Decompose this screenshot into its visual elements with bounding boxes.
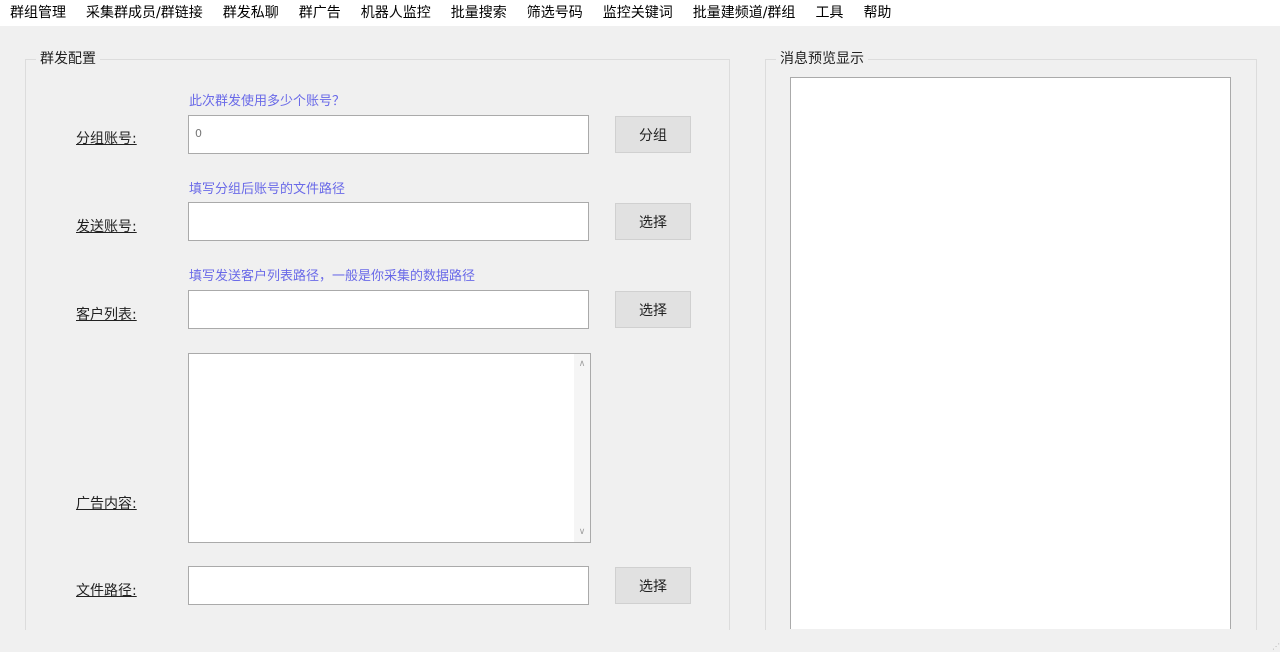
customer-list-label: 客户列表: [76, 307, 137, 323]
menu-batch-create-channels[interactable]: 批量建频道/群组 [683, 0, 806, 26]
menu-bar: 群组管理 采集群成员/群链接 群发私聊 群广告 机器人监控 批量搜索 筛选号码 … [0, 0, 1280, 26]
menu-bot-monitor[interactable]: 机器人监控 [351, 0, 441, 26]
menu-tools[interactable]: 工具 [805, 0, 853, 26]
scroll-up-icon[interactable]: ∧ [574, 356, 590, 372]
group-account-input[interactable] [188, 115, 589, 154]
menu-monitor-keywords[interactable]: 监控关键词 [593, 0, 683, 26]
menu-batch-search[interactable]: 批量搜索 [441, 0, 517, 26]
customer-list-input[interactable] [188, 290, 589, 329]
file-path-label: 文件路径: [76, 583, 137, 599]
send-account-select-button[interactable]: 选择 [615, 203, 691, 240]
file-path-select-button[interactable]: 选择 [615, 567, 691, 604]
config-title: 群发配置 [36, 51, 100, 67]
message-preview-area[interactable] [790, 77, 1231, 629]
file-path-input[interactable] [188, 566, 589, 605]
send-account-hint: 填写分组后账号的文件路径 [189, 182, 346, 197]
menu-group-ads[interactable]: 群广告 [289, 0, 351, 26]
menu-collect-members[interactable]: 采集群成员/群链接 [76, 0, 213, 26]
scroll-down-icon[interactable]: ∨ [574, 524, 590, 540]
menu-group-management[interactable]: 群组管理 [0, 0, 76, 26]
group-account-label: 分组账号: [76, 131, 137, 147]
customer-list-select-button[interactable]: 选择 [615, 291, 691, 328]
ad-content-textarea[interactable]: ∧ ∨ [188, 353, 591, 543]
menu-filter-numbers[interactable]: 筛选号码 [517, 0, 593, 26]
menu-help[interactable]: 帮助 [853, 0, 901, 26]
resize-grip-icon[interactable]: ⋰ [1272, 643, 1280, 651]
group-account-hint: 此次群发使用多少个账号？ [189, 94, 346, 109]
ad-content-label: 广告内容: [76, 496, 137, 512]
preview-title: 消息预览显示 [776, 51, 868, 67]
send-account-input[interactable] [188, 202, 589, 241]
menu-mass-private-message[interactable]: 群发私聊 [213, 0, 289, 26]
group-button[interactable]: 分组 [615, 116, 691, 153]
send-account-label: 发送账号: [76, 219, 137, 235]
ad-content-scrollbar[interactable]: ∧ ∨ [574, 354, 590, 542]
customer-list-hint: 填写发送客户列表路径，一般是你采集的数据路径 [189, 269, 476, 284]
